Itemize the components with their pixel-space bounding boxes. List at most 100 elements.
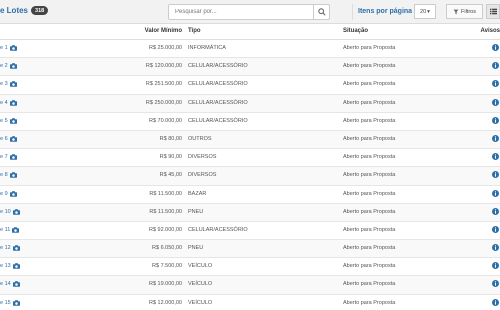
info-icon[interactable] [492,134,499,144]
lots-table: Valor Mínimo Tipo Situação Avisos e 1 R$ … [0,24,500,310]
lot-status: Aberto para Proposta [343,81,396,88]
table-row[interactable]: e 9 R$ 11.500,00 BAZAR Aberto para Proposta [0,186,500,204]
min-value: R$ 90,00 [159,154,182,161]
lot-type: VEÍCULO [188,263,213,270]
min-value: R$ 251.500,00 [145,81,182,88]
info-icon[interactable] [492,225,499,235]
lot-link[interactable]: e 10 [0,209,20,215]
search-button[interactable] [313,5,329,19]
search-box [168,4,330,20]
camera-icon[interactable] [9,190,17,197]
camera-icon[interactable] [9,172,17,179]
lot-link[interactable]: e 13 [0,263,20,269]
camera-icon[interactable] [12,227,20,233]
lot-label: e 10 [0,208,11,215]
camera-icon[interactable] [12,299,20,306]
info-icon[interactable] [492,80,499,89]
lot-link[interactable]: e 3 [0,81,17,87]
camera-icon[interactable] [12,281,20,288]
lot-status: Aberto para Proposta [343,135,396,142]
lot-count-badge: 318 [31,6,49,15]
table-row[interactable]: e 4 R$ 250.000,00 CELULAR/ACESSÓRIO Aberto … [0,94,500,113]
camera-icon[interactable] [9,45,17,51]
search-input[interactable] [169,5,309,19]
info-icon[interactable] [492,62,499,71]
camera-icon[interactable] [12,208,20,215]
filters-button[interactable]: Filtros [446,4,483,19]
lot-type: CELULAR/ACESSÓRIO [188,81,248,88]
table-row[interactable]: e 15 R$ 12.000,00 VEÍCULO Aberto para Propo… [0,295,500,310]
info-icon[interactable] [492,98,499,108]
info-icon[interactable] [492,153,499,162]
lot-link[interactable]: e 2 [0,63,17,69]
info-icon[interactable] [492,262,499,271]
lot-link[interactable]: e 8 [0,172,17,178]
lot-link[interactable]: e 4 [0,100,17,106]
camera-icon[interactable] [9,63,17,69]
lot-link[interactable]: e 15 [0,300,20,306]
column-header-tipo[interactable]: Tipo [188,28,201,34]
lot-link[interactable]: e 5 [0,118,17,124]
table-row[interactable]: e 3 R$ 251.500,00 CELULAR/ACESSÓRIO Aberto … [0,76,500,95]
min-value: R$ 250.000,00 [145,99,182,106]
min-value: R$ 120.000,00 [145,63,182,70]
table-row[interactable]: e 2 R$ 120.000,00 CELULAR/ACESSÓRIO Aberto … [0,58,500,77]
toolbar: e Lotes 318 Itens por página 20 ▾ Filtro… [0,0,500,24]
lot-link[interactable]: e 6 [0,136,17,142]
list-view-button[interactable] [486,4,500,19]
lot-type: PNEU [188,245,204,252]
table-row[interactable]: e 12 R$ 6.050,00 PNEU Aberto para Proposta [0,240,500,259]
lot-type: INFORMÁTICA [188,45,226,51]
toolbar-divider [352,4,353,20]
items-per-page-label: Itens por página [358,8,413,15]
info-icon[interactable] [492,207,499,217]
filters-label: Filtros [461,8,476,15]
lot-type: CELULAR/ACESSÓRIO [188,99,248,106]
lot-label: e 4 [0,99,8,106]
info-icon[interactable] [492,244,499,253]
min-value: R$ 19.000,00 [148,281,182,288]
camera-icon[interactable] [12,245,20,251]
lot-status: Aberto para Proposta [343,99,396,106]
info-icon[interactable] [492,171,499,180]
lot-label: e 13 [0,263,11,270]
camera-icon[interactable] [9,154,17,160]
lot-status: Aberto para Proposta [343,245,396,252]
lot-link[interactable]: e 1 [0,45,17,51]
info-icon[interactable] [492,44,499,53]
column-header-valor[interactable]: Valor Mínimo [145,28,182,34]
table-row[interactable]: e 5 R$ 70.000,00 CELULAR/ACESSÓRIO Aberto p… [0,113,500,131]
table-row[interactable]: e 8 R$ 45,00 DIVERSOS Aberto para Proposta [0,167,500,186]
info-icon[interactable] [492,298,499,308]
chevron-down-icon: ▾ [427,8,430,15]
lot-status: Aberto para Proposta [343,63,396,70]
table-row[interactable]: e 13 R$ 7.500,00 VEÍCULO Aberto para Propos… [0,258,500,277]
table-row[interactable]: e 1 R$ 25.000,00 INFORMÁTICA Aberto para Pr… [0,40,500,59]
camera-icon[interactable] [9,117,17,124]
items-per-page-select[interactable]: 20 ▾ [414,4,436,19]
table-row[interactable]: e 7 R$ 90,00 DIVERSOS Aberto para Proposta [0,149,500,168]
table-row[interactable]: e 14 R$ 19.000,00 VEÍCULO Aberto para Propo… [0,276,500,295]
lot-type: CELULAR/ACESSÓRIO [188,117,248,124]
info-icon[interactable] [492,280,499,289]
info-icon[interactable] [492,189,499,199]
camera-icon[interactable] [9,99,17,106]
lot-type: PNEU [188,208,204,215]
page-title: e Lotes [0,6,29,15]
table-row[interactable]: e 11 R$ 92.000,00 CELULAR/ACESSÓRIO Aberto … [0,222,500,241]
info-icon[interactable] [492,116,499,126]
lot-link[interactable]: e 11 [0,227,20,233]
lot-status: Aberto para Proposta [343,208,396,215]
lot-link[interactable]: e 9 [0,191,17,197]
lot-link[interactable]: e 7 [0,154,17,160]
lot-link[interactable]: e 14 [0,281,20,287]
camera-icon[interactable] [9,136,17,142]
column-header-situacao[interactable]: Situação [343,28,368,34]
lot-status: Aberto para Proposta [343,154,396,161]
camera-icon[interactable] [9,81,17,88]
table-row[interactable]: e 6 R$ 80,00 OUTROS Aberto para Proposta [0,130,500,150]
table-row[interactable]: e 10 R$ 11.500,00 PNEU Aberto para Proposta [0,203,500,222]
lot-link[interactable]: e 12 [0,245,20,251]
lot-status: Aberto para Proposta [343,299,396,306]
camera-icon[interactable] [12,263,20,270]
